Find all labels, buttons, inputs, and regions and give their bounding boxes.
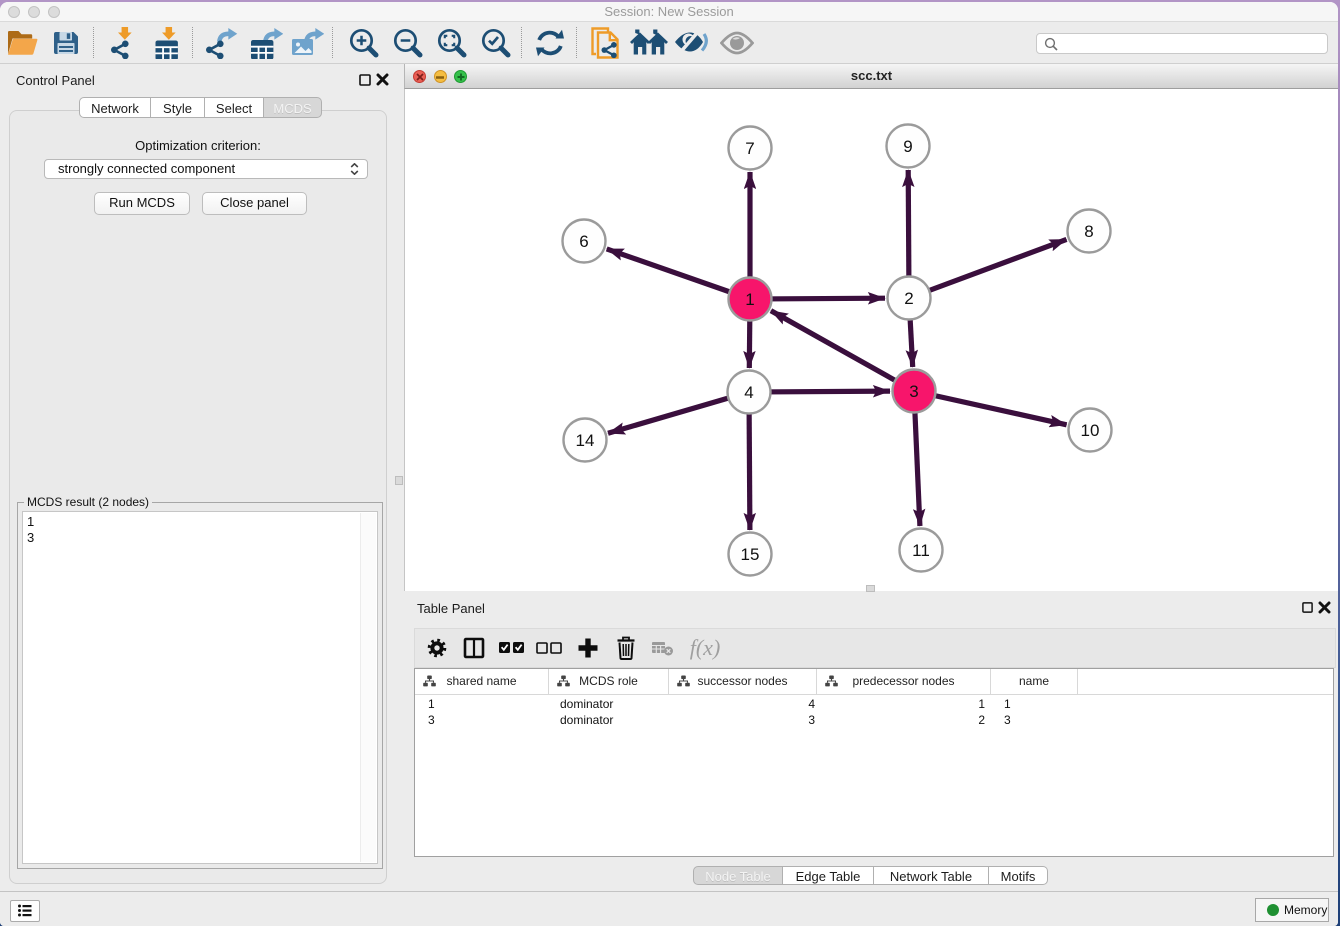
svg-text:4: 4 (744, 383, 753, 402)
svg-text:1: 1 (745, 290, 754, 309)
svg-text:11: 11 (912, 541, 930, 560)
svg-text:14: 14 (576, 431, 595, 450)
svg-text:9: 9 (903, 137, 912, 156)
svg-text:3: 3 (909, 382, 918, 401)
svg-text:15: 15 (741, 545, 760, 564)
svg-text:6: 6 (579, 232, 588, 251)
svg-text:7: 7 (745, 139, 754, 158)
svg-text:10: 10 (1081, 421, 1100, 440)
svg-text:2: 2 (904, 289, 913, 308)
svg-text:8: 8 (1084, 222, 1093, 241)
